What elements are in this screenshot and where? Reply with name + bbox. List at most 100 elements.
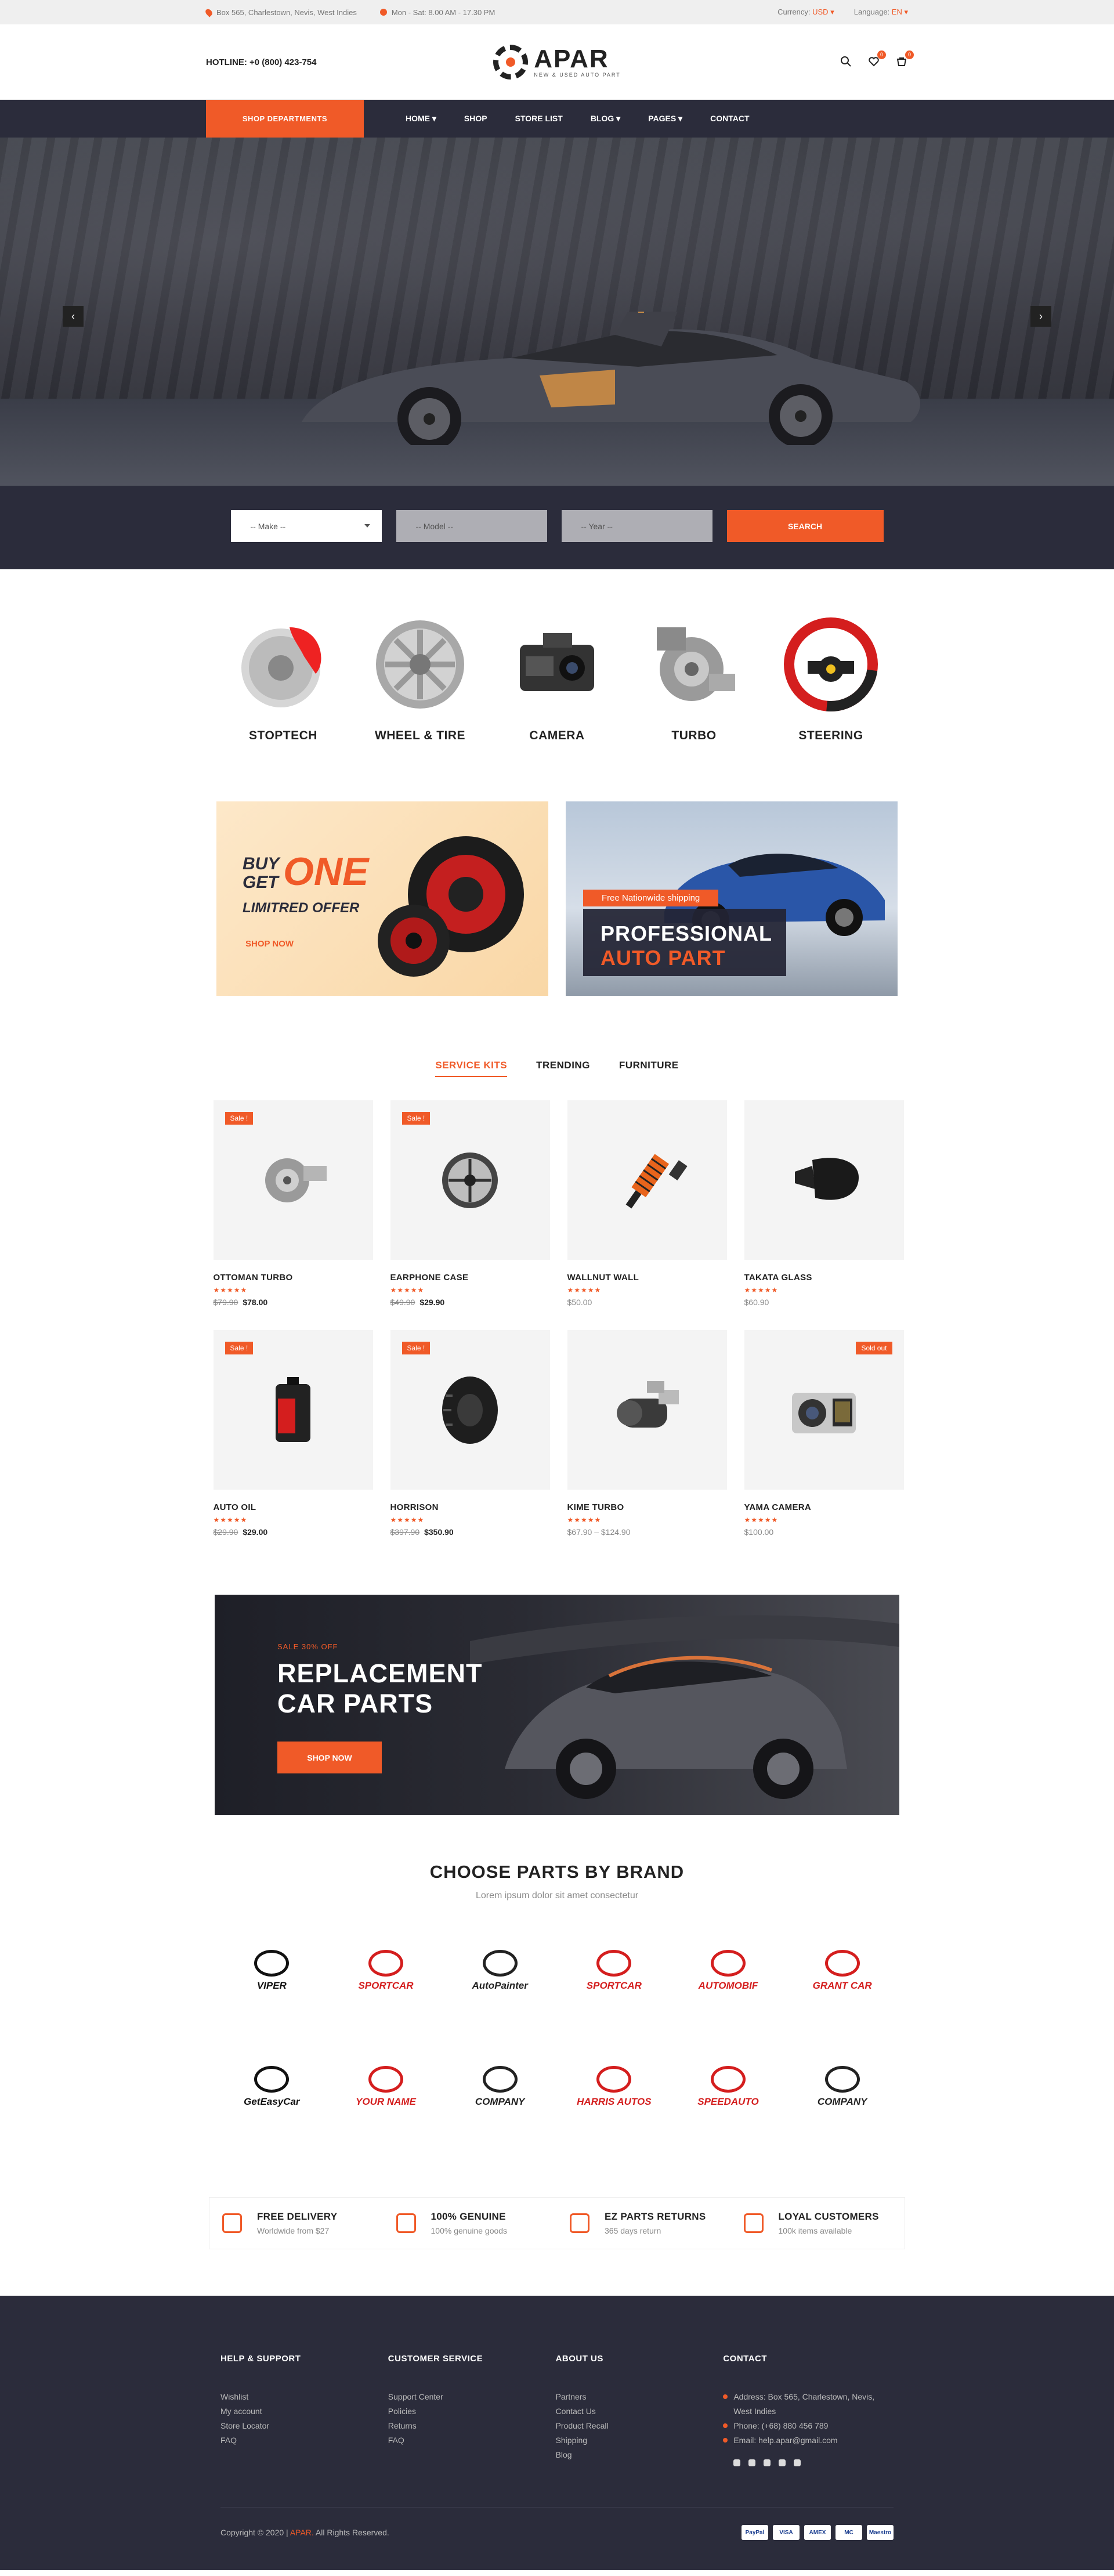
footer-link-my-account[interactable]: My account — [220, 2404, 388, 2419]
footer-link-product-recall[interactable]: Product Recall — [556, 2419, 724, 2433]
footer-link-store-locator[interactable]: Store Locator — [220, 2419, 388, 2433]
product-card[interactable]: TAKATA GLASS ★★★★★ $60.90 — [744, 1100, 904, 1307]
brand-logo[interactable]: SPEEDAUTO — [671, 2046, 786, 2127]
footer-link-partners[interactable]: Partners — [556, 2390, 724, 2404]
brand-logo[interactable]: COMPANY — [785, 2046, 899, 2127]
footer-link-faq[interactable]: FAQ — [388, 2433, 556, 2448]
product-image[interactable]: Sale ! — [390, 1100, 550, 1260]
language-selector[interactable]: Language: EN ▾ — [854, 8, 908, 17]
copyright: Copyright © 2020 | APAR. All Rights Rese… — [220, 2528, 389, 2537]
footer-link-support-center[interactable]: Support Center — [388, 2390, 556, 2404]
product-card[interactable]: Sale ! OTTOMAN TURBO ★★★★★ $79.90 $78.00 — [213, 1100, 373, 1307]
site-logo[interactable]: APAR NEW & USED AUTO PART — [438, 45, 676, 80]
brand-logo[interactable]: YOUR NAME — [329, 2046, 443, 2127]
product-image[interactable]: Sale ! — [213, 1100, 373, 1260]
search-icon[interactable] — [840, 56, 852, 68]
footer-link-contact-us[interactable]: Contact Us — [556, 2404, 724, 2419]
product-name[interactable]: KIME TURBO — [567, 1502, 727, 1512]
brand-logo[interactable]: COMPANY — [443, 2046, 557, 2127]
product-name[interactable]: OTTOMAN TURBO — [214, 1273, 373, 1282]
brand-logo[interactable]: AutoPainter — [443, 1930, 557, 2011]
product-card[interactable]: WALLNUT WALL ★★★★★ $50.00 — [567, 1100, 727, 1307]
product-card[interactable]: Sold out YAMA CAMERA ★★★★★ $100.00 — [744, 1330, 904, 1537]
category-label: STEERING — [798, 729, 863, 742]
banner-shop-now-link[interactable]: SHOP NOW — [245, 939, 294, 949]
contact-email[interactable]: Email: help.apar@gmail.com — [723, 2433, 894, 2448]
product-name[interactable]: HORRISON — [390, 1502, 550, 1512]
tab-furniture[interactable]: FURNITURE — [619, 1060, 679, 1077]
product-image[interactable] — [744, 1100, 904, 1260]
product-image[interactable]: Sold out — [744, 1330, 904, 1490]
shop-departments-button[interactable]: SHOP DEPARTMENTS — [206, 100, 364, 138]
feature-title: FREE DELIVERY — [257, 2211, 338, 2222]
product-card[interactable]: KIME TURBO ★★★★★ $67.90 – $124.90 — [567, 1330, 727, 1537]
slider-prev-arrow-icon[interactable]: ‹ — [63, 306, 84, 327]
category-steering[interactable]: STEERING — [782, 616, 880, 801]
brand-logo[interactable]: HARRIS AUTOS — [557, 2046, 671, 2127]
promo-sale-text: SALE 30% OFF — [277, 1642, 338, 1651]
nav-item-store-list[interactable]: STORE LIST — [501, 114, 577, 124]
product-name[interactable]: EARPHONE CASE — [390, 1273, 550, 1282]
category-stoptech[interactable]: STOPTECH — [234, 616, 332, 801]
product-card[interactable]: Sale ! AUTO OIL ★★★★★ $29.90 $29.00 — [213, 1330, 373, 1537]
youtube-icon[interactable] — [764, 2459, 771, 2466]
buy-get-one-banner[interactable]: BUY GET ONE LIMITRED OFFER SHOP NOW — [216, 801, 548, 996]
product-image[interactable]: Sale ! — [213, 1330, 373, 1490]
turbo-icon — [265, 1158, 327, 1202]
product-tabs: SERVICE KITS TRENDING FURNITURE — [0, 1060, 1114, 1077]
brand-name: COMPANY — [475, 2096, 525, 2107]
brand-logo-mark: GRANT CAR — [813, 1950, 872, 1992]
pinterest-icon[interactable] — [779, 2459, 786, 2466]
brand-logo[interactable]: SPORTCAR — [557, 1930, 671, 2011]
product-card[interactable]: Sale ! HORRISON ★★★★★ $397.90 $350.90 — [390, 1330, 550, 1537]
professional-auto-part-banner[interactable]: Free Nationwide shipping PROFESSIONAL AU… — [566, 801, 898, 996]
brand-logo[interactable]: VIPER — [215, 1930, 329, 2011]
nav-item-blog[interactable]: BLOG ▾ — [577, 114, 634, 124]
make-select[interactable]: -- Make -- — [230, 510, 382, 542]
category-turbo[interactable]: TURBO — [645, 616, 743, 801]
instagram-icon[interactable] — [794, 2459, 801, 2466]
wishlist-heart-icon[interactable]: 0 — [867, 50, 886, 68]
brand-emblem-icon — [596, 2066, 632, 2093]
brand-logo[interactable]: GetEasyCar — [215, 2046, 329, 2127]
footer-link-wishlist[interactable]: Wishlist — [220, 2390, 388, 2404]
footer-link-faq[interactable]: FAQ — [220, 2433, 388, 2448]
category-label: STOPTECH — [249, 729, 317, 742]
currency-selector[interactable]: Currency: USD ▾ — [777, 8, 834, 17]
year-select[interactable]: -- Year -- — [561, 510, 712, 542]
cart-count: 0 — [905, 50, 914, 59]
product-name[interactable]: YAMA CAMERA — [744, 1502, 904, 1512]
current-price: $50.00 — [567, 1298, 592, 1307]
product-image[interactable]: Sale ! — [390, 1330, 550, 1490]
product-image[interactable] — [567, 1330, 727, 1490]
brand-logo[interactable]: GRANT CAR — [785, 1930, 899, 2011]
nav-item-contact[interactable]: CONTACT — [696, 114, 763, 124]
tab-service-kits[interactable]: SERVICE KITS — [435, 1060, 508, 1077]
product-name[interactable]: AUTO OIL — [214, 1502, 373, 1512]
promo-shop-now-button[interactable]: SHOP NOW — [277, 1742, 382, 1773]
footer-link-blog[interactable]: Blog — [556, 2448, 724, 2462]
nav-item-shop[interactable]: SHOP — [450, 114, 501, 124]
model-select[interactable]: -- Model -- — [396, 510, 547, 542]
brand-logo[interactable]: SPORTCAR — [329, 1930, 443, 2011]
product-name[interactable]: WALLNUT WALL — [567, 1273, 727, 1282]
footer-link-returns[interactable]: Returns — [388, 2419, 556, 2433]
brand-logo-mark: VIPER — [254, 1950, 290, 1992]
twitter-icon[interactable] — [748, 2459, 756, 2466]
product-image[interactable] — [567, 1100, 727, 1260]
facebook-icon[interactable] — [733, 2459, 741, 2466]
nav-item-home[interactable]: HOME ▾ — [392, 114, 450, 124]
copyright-brand[interactable]: APAR. — [290, 2528, 314, 2537]
category-camera[interactable]: CAMERA — [508, 616, 606, 801]
brand-logo[interactable]: AUTOMOBIF — [671, 1930, 786, 2011]
cart-icon[interactable]: 0 — [895, 50, 914, 68]
product-name[interactable]: TAKATA GLASS — [744, 1273, 904, 1282]
product-card[interactable]: Sale ! EARPHONE CASE ★★★★★ $49.90 $29.90 — [390, 1100, 550, 1307]
nav-item-pages[interactable]: PAGES ▾ — [634, 114, 696, 124]
slider-next-arrow-icon[interactable]: › — [1030, 306, 1051, 327]
category-wheel-tire[interactable]: WHEEL & TIRE — [371, 616, 469, 801]
tab-trending[interactable]: TRENDING — [536, 1060, 590, 1077]
search-button[interactable]: SEARCH — [726, 510, 884, 542]
footer-link-shipping[interactable]: Shipping — [556, 2433, 724, 2448]
footer-link-policies[interactable]: Policies — [388, 2404, 556, 2419]
